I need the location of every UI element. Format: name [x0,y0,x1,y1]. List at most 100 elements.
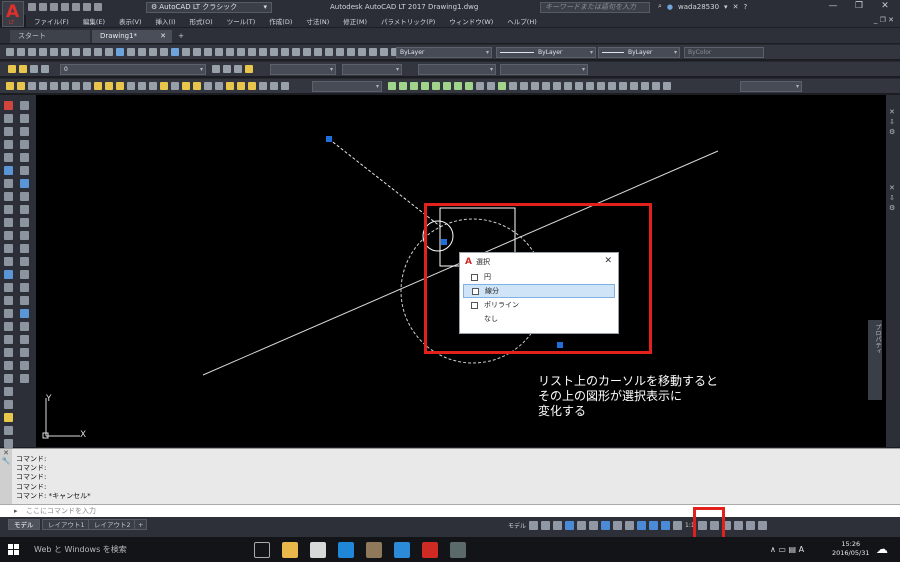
chevron-down-icon[interactable]: ▾ [724,3,728,11]
close-icon[interactable]: ✕ [604,256,612,266]
dimstyle-select[interactable]: ▾ [312,81,382,92]
list-item-line[interactable]: 線分 [463,284,615,298]
menu-format[interactable]: 形式(O) [190,16,213,26]
user-name[interactable]: wada28530 [678,3,719,11]
menu-tools[interactable]: ツール(T) [227,16,256,26]
modify-tools-column[interactable] [20,101,29,383]
search-input[interactable]: キーワードまたは語句を入力 [540,2,650,13]
close-icon[interactable]: ✕ [160,30,166,43]
edge-icon[interactable] [338,542,354,558]
panel-controls[interactable]: ✕ ⇩ ⚙ [889,107,895,137]
chevron-up-icon[interactable]: ∧ [770,545,776,554]
application-menu-button[interactable]: A LT [2,1,24,27]
menu-file[interactable]: ファイル(F) [34,16,69,26]
layer-tool-icons[interactable] [212,65,253,73]
tab-start[interactable]: スタート [10,30,90,43]
polar-icon[interactable] [565,521,575,530]
selection-cycling-icon[interactable] [637,521,647,530]
menu-window[interactable]: ウィンドウ(W) [449,16,493,26]
print-icon[interactable] [72,3,80,11]
snap-icon[interactable] [541,521,551,530]
menu-parametric[interactable]: パラメトリック(P) [381,16,435,26]
tablestyle-control[interactable]: ▾ [418,64,496,75]
redo-icon[interactable] [94,3,102,11]
annotation-scale-icon[interactable] [673,521,683,530]
ie-icon[interactable] [394,542,410,558]
task-view-icon[interactable] [254,542,270,558]
user-area[interactable]: ⌕ ● wada28530 ▾ ✕ ? [658,2,747,11]
add-layout-button[interactable]: + [134,519,148,530]
ortho-icon[interactable] [553,521,563,530]
dimension-tool-icons[interactable] [6,82,289,90]
list-item-polyline[interactable]: ポリライン [463,298,615,312]
mdi-window-controls[interactable]: _ ❐ ✕ [874,16,894,24]
command-input[interactable]: ▸ ここにコマンドを入力 [0,504,900,517]
customize-menu-icon[interactable] [757,521,767,530]
lineweight-icon[interactable] [613,521,623,530]
annotation-visibility-icon[interactable] [649,521,659,530]
network-icon[interactable]: ▭ [778,545,786,554]
command-line-grip[interactable]: ✕ 🔧 [0,449,12,505]
tab-drawing1[interactable]: Drawing1* ✕ [92,30,172,43]
status-toggles[interactable]: モデル 1:1 [508,521,767,530]
menu-help[interactable]: ヘルプ(H) [507,16,536,26]
lineweight-control[interactable]: ByLayer ▾ [598,47,680,58]
exchange-icon[interactable]: ✕ [733,3,739,11]
minimize-icon[interactable]: — [820,1,846,11]
open-icon[interactable] [39,3,47,11]
system-tray[interactable]: ∧ ▭ ▤ A [770,545,804,554]
grid-icon[interactable] [529,521,539,530]
osnap-tracking-icon[interactable] [589,521,599,530]
layer-control[interactable]: 0 ▾ [60,64,206,75]
tab-layout1[interactable]: レイアウト1 [42,519,91,530]
help-icon[interactable]: ? [743,3,747,11]
taskbar-search[interactable]: Web と Windows を検索 [34,544,127,555]
menu-dimension[interactable]: 寸法(N) [306,16,329,26]
menu-modify[interactable]: 修正(M) [343,16,367,26]
layer-icons[interactable] [8,65,49,73]
menu-view[interactable]: 表示(V) [119,16,142,26]
isodraft-icon[interactable] [577,521,587,530]
selection-cycling-dialog[interactable]: A 選択 ✕ 円 線分 ポリライン なし [459,252,619,334]
file-explorer-icon[interactable] [282,542,298,558]
media-icon[interactable] [366,542,382,558]
standard-tool-icons[interactable] [6,48,399,56]
new-icon[interactable] [28,3,36,11]
transparency-icon[interactable] [625,521,635,530]
workspace-dropdown[interactable]: ⚙ AutoCAD LT クラシック ▾ [146,2,272,13]
menu-edit[interactable]: 編集(E) [83,16,105,26]
list-item-none[interactable]: なし [463,312,615,326]
notification-icon[interactable]: ☁ [876,542,888,556]
save-icon[interactable] [50,3,58,11]
mleaderstyle-control[interactable]: ▾ [500,64,588,75]
osnap-icon[interactable] [601,521,611,530]
dimstyle-control[interactable]: ▾ [270,64,336,75]
app-icon[interactable] [450,542,466,558]
speaker-icon[interactable]: ▤ [789,545,797,554]
menu-draw[interactable]: 作成(D) [269,16,292,26]
textstyle-control[interactable]: ▾ [342,64,402,75]
new-tab-button[interactable]: + [174,30,188,43]
autoscale-icon[interactable] [661,521,671,530]
window-controls[interactable]: — ❐ ✕ [820,1,898,11]
properties-palette-tab[interactable]: プロパティ [868,320,882,400]
windows-start-icon[interactable] [8,544,20,556]
autocad-taskbar-icon[interactable] [422,542,438,558]
tab-model[interactable]: モデル [8,519,40,530]
color-control[interactable]: ByLayer ▾ [396,47,492,58]
clock[interactable]: 15:26 2016/05/31 [832,540,869,558]
panel-controls-2[interactable]: ✕ ⇩ ⚙ [889,183,895,213]
menu-insert[interactable]: 挿入(I) [156,16,176,26]
hardware-accel-icon[interactable] [733,521,743,530]
draw-tools-column[interactable] [4,101,13,461]
undo-icon[interactable] [83,3,91,11]
clean-screen-icon[interactable] [745,521,755,530]
modify-tool-icons[interactable] [388,82,671,90]
binoculars-icon[interactable]: ⌕ [658,2,662,11]
ime-indicator[interactable]: A [799,545,804,554]
store-icon[interactable] [310,542,326,558]
close-icon[interactable]: ✕ [872,1,898,11]
linetype-control[interactable]: ByLayer ▾ [496,47,596,58]
quick-access-toolbar[interactable] [28,3,102,11]
saveas-icon[interactable] [61,3,69,11]
